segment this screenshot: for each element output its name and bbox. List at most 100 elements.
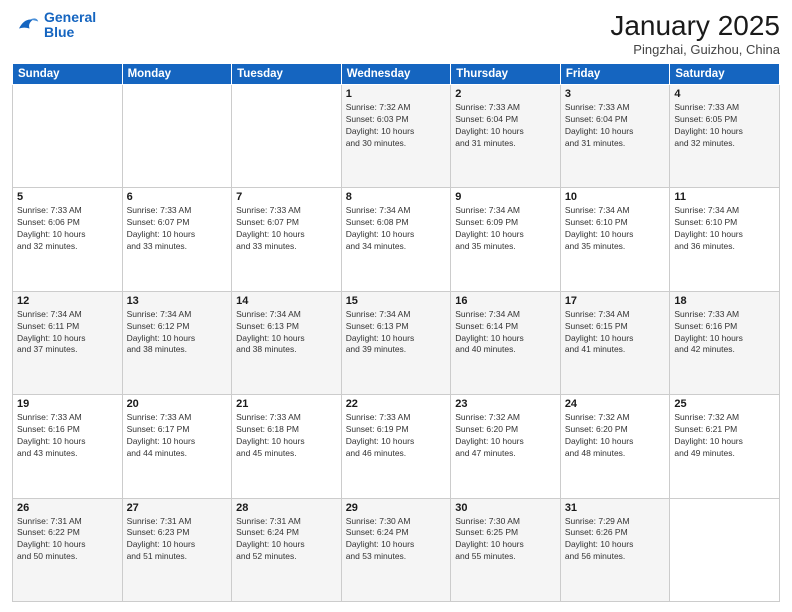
day-number: 12: [17, 295, 118, 307]
day-number: 5: [17, 191, 118, 203]
day-number: 15: [346, 295, 447, 307]
day-number: 17: [565, 295, 666, 307]
day-cell: [13, 85, 123, 188]
day-cell: 15 Sunrise: 7:34 AMSunset: 6:13 PMDayligh…: [341, 291, 451, 394]
day-info: Sunrise: 7:33 AMSunset: 6:04 PMDaylight:…: [565, 102, 666, 150]
weekday-wednesday: Wednesday: [341, 64, 451, 85]
day-cell: 9 Sunrise: 7:34 AMSunset: 6:09 PMDaylight…: [451, 188, 561, 291]
weekday-monday: Monday: [122, 64, 232, 85]
day-number: 1: [346, 88, 447, 100]
day-info: Sunrise: 7:34 AMSunset: 6:09 PMDaylight:…: [455, 205, 556, 253]
day-info: Sunrise: 7:33 AMSunset: 6:19 PMDaylight:…: [346, 412, 447, 460]
day-info: Sunrise: 7:33 AMSunset: 6:05 PMDaylight:…: [674, 102, 775, 150]
day-number: 7: [236, 191, 337, 203]
location: Pingzhai, Guizhou, China: [610, 42, 780, 57]
day-cell: 20 Sunrise: 7:33 AMSunset: 6:17 PMDayligh…: [122, 395, 232, 498]
day-number: 13: [127, 295, 228, 307]
logo-text: General Blue: [44, 10, 96, 41]
day-cell: 31 Sunrise: 7:29 AMSunset: 6:26 PMDayligh…: [560, 498, 670, 601]
day-cell: 30 Sunrise: 7:30 AMSunset: 6:25 PMDayligh…: [451, 498, 561, 601]
day-cell: 17 Sunrise: 7:34 AMSunset: 6:15 PMDayligh…: [560, 291, 670, 394]
logo-icon: [12, 11, 40, 39]
day-info: Sunrise: 7:34 AMSunset: 6:10 PMDaylight:…: [674, 205, 775, 253]
day-info: Sunrise: 7:30 AMSunset: 6:24 PMDaylight:…: [346, 516, 447, 564]
day-number: 31: [565, 502, 666, 514]
day-info: Sunrise: 7:30 AMSunset: 6:25 PMDaylight:…: [455, 516, 556, 564]
day-info: Sunrise: 7:33 AMSunset: 6:07 PMDaylight:…: [127, 205, 228, 253]
weekday-saturday: Saturday: [670, 64, 780, 85]
day-cell: 8 Sunrise: 7:34 AMSunset: 6:08 PMDaylight…: [341, 188, 451, 291]
day-info: Sunrise: 7:33 AMSunset: 6:06 PMDaylight:…: [17, 205, 118, 253]
day-info: Sunrise: 7:32 AMSunset: 6:21 PMDaylight:…: [674, 412, 775, 460]
day-cell: 6 Sunrise: 7:33 AMSunset: 6:07 PMDaylight…: [122, 188, 232, 291]
weekday-sunday: Sunday: [13, 64, 123, 85]
day-cell: 28 Sunrise: 7:31 AMSunset: 6:24 PMDayligh…: [232, 498, 342, 601]
weekday-tuesday: Tuesday: [232, 64, 342, 85]
day-cell: 13 Sunrise: 7:34 AMSunset: 6:12 PMDayligh…: [122, 291, 232, 394]
week-row-4: 19 Sunrise: 7:33 AMSunset: 6:16 PMDayligh…: [13, 395, 780, 498]
day-cell: [122, 85, 232, 188]
day-number: 28: [236, 502, 337, 514]
weekday-header-row: SundayMondayTuesdayWednesdayThursdayFrid…: [13, 64, 780, 85]
calendar-table: SundayMondayTuesdayWednesdayThursdayFrid…: [12, 63, 780, 602]
day-cell: 11 Sunrise: 7:34 AMSunset: 6:10 PMDayligh…: [670, 188, 780, 291]
day-cell: [670, 498, 780, 601]
day-cell: 27 Sunrise: 7:31 AMSunset: 6:23 PMDayligh…: [122, 498, 232, 601]
day-number: 30: [455, 502, 556, 514]
day-info: Sunrise: 7:29 AMSunset: 6:26 PMDaylight:…: [565, 516, 666, 564]
day-number: 9: [455, 191, 556, 203]
title-block: January 2025 Pingzhai, Guizhou, China: [610, 10, 780, 57]
day-cell: 24Sunrise: 7:32 AMSunset: 6:20 PMDayligh…: [560, 395, 670, 498]
day-cell: 1 Sunrise: 7:32 AMSunset: 6:03 PMDaylight…: [341, 85, 451, 188]
day-cell: 12 Sunrise: 7:34 AMSunset: 6:11 PMDayligh…: [13, 291, 123, 394]
day-info: Sunrise: 7:34 AMSunset: 6:13 PMDaylight:…: [346, 309, 447, 357]
day-number: 21: [236, 398, 337, 410]
page: General Blue January 2025 Pingzhai, Guiz…: [0, 0, 792, 612]
day-number: 2: [455, 88, 556, 100]
day-cell: 2Sunrise: 7:33 AMSunset: 6:04 PMDaylight…: [451, 85, 561, 188]
day-cell: 26Sunrise: 7:31 AMSunset: 6:22 PMDayligh…: [13, 498, 123, 601]
day-number: 26: [17, 502, 118, 514]
week-row-2: 5 Sunrise: 7:33 AMSunset: 6:06 PMDaylight…: [13, 188, 780, 291]
day-cell: 25Sunrise: 7:32 AMSunset: 6:21 PMDayligh…: [670, 395, 780, 498]
day-cell: 21 Sunrise: 7:33 AMSunset: 6:18 PMDayligh…: [232, 395, 342, 498]
day-info: Sunrise: 7:33 AMSunset: 6:17 PMDaylight:…: [127, 412, 228, 460]
day-cell: 7 Sunrise: 7:33 AMSunset: 6:07 PMDaylight…: [232, 188, 342, 291]
day-info: Sunrise: 7:33 AMSunset: 6:07 PMDaylight:…: [236, 205, 337, 253]
day-cell: 10Sunrise: 7:34 AMSunset: 6:10 PMDayligh…: [560, 188, 670, 291]
day-info: Sunrise: 7:32 AMSunset: 6:03 PMDaylight:…: [346, 102, 447, 150]
day-info: Sunrise: 7:32 AMSunset: 6:20 PMDaylight:…: [455, 412, 556, 460]
day-number: 27: [127, 502, 228, 514]
day-number: 8: [346, 191, 447, 203]
day-info: Sunrise: 7:34 AMSunset: 6:12 PMDaylight:…: [127, 309, 228, 357]
day-info: Sunrise: 7:34 AMSunset: 6:13 PMDaylight:…: [236, 309, 337, 357]
day-info: Sunrise: 7:33 AMSunset: 6:18 PMDaylight:…: [236, 412, 337, 460]
day-number: 10: [565, 191, 666, 203]
day-number: 19: [17, 398, 118, 410]
day-cell: 18Sunrise: 7:33 AMSunset: 6:16 PMDayligh…: [670, 291, 780, 394]
day-info: Sunrise: 7:33 AMSunset: 6:16 PMDaylight:…: [674, 309, 775, 357]
day-number: 6: [127, 191, 228, 203]
weekday-friday: Friday: [560, 64, 670, 85]
week-row-5: 26Sunrise: 7:31 AMSunset: 6:22 PMDayligh…: [13, 498, 780, 601]
day-info: Sunrise: 7:31 AMSunset: 6:23 PMDaylight:…: [127, 516, 228, 564]
day-info: Sunrise: 7:34 AMSunset: 6:15 PMDaylight:…: [565, 309, 666, 357]
day-cell: 3 Sunrise: 7:33 AMSunset: 6:04 PMDaylight…: [560, 85, 670, 188]
week-row-1: 1 Sunrise: 7:32 AMSunset: 6:03 PMDaylight…: [13, 85, 780, 188]
day-info: Sunrise: 7:34 AMSunset: 6:11 PMDaylight:…: [17, 309, 118, 357]
day-info: Sunrise: 7:31 AMSunset: 6:24 PMDaylight:…: [236, 516, 337, 564]
day-number: 23: [455, 398, 556, 410]
day-info: Sunrise: 7:32 AMSunset: 6:20 PMDaylight:…: [565, 412, 666, 460]
day-number: 4: [674, 88, 775, 100]
day-number: 20: [127, 398, 228, 410]
day-info: Sunrise: 7:34 AMSunset: 6:08 PMDaylight:…: [346, 205, 447, 253]
day-number: 22: [346, 398, 447, 410]
day-number: 3: [565, 88, 666, 100]
day-number: 11: [674, 191, 775, 203]
day-info: Sunrise: 7:33 AMSunset: 6:16 PMDaylight:…: [17, 412, 118, 460]
logo: General Blue: [12, 10, 96, 41]
week-row-3: 12 Sunrise: 7:34 AMSunset: 6:11 PMDayligh…: [13, 291, 780, 394]
day-cell: 23 Sunrise: 7:32 AMSunset: 6:20 PMDayligh…: [451, 395, 561, 498]
day-number: 16: [455, 295, 556, 307]
day-info: Sunrise: 7:34 AMSunset: 6:14 PMDaylight:…: [455, 309, 556, 357]
